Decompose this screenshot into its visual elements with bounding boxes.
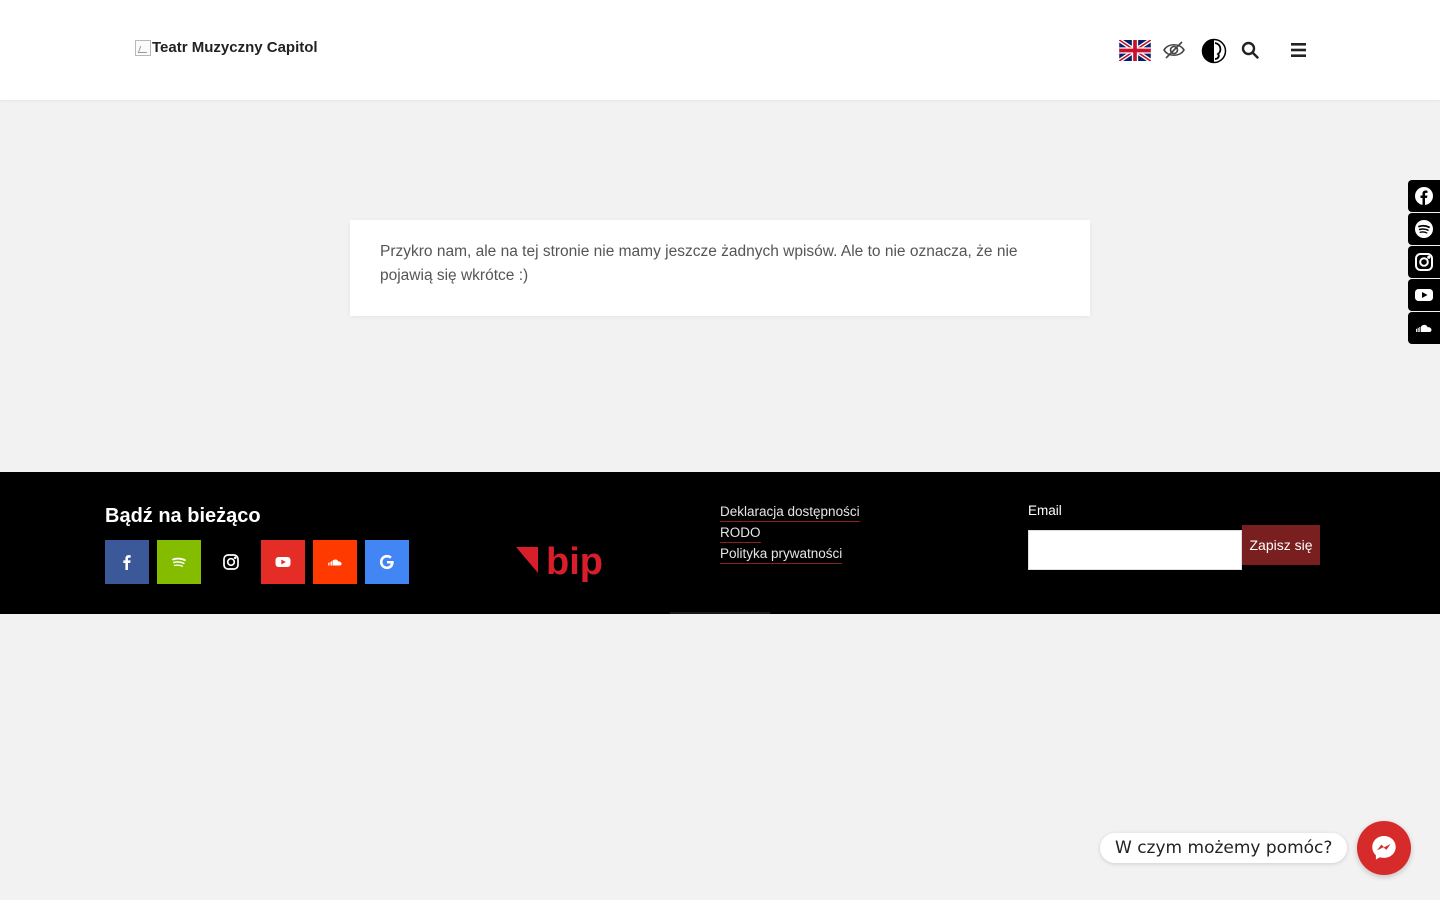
messenger-icon xyxy=(1372,836,1396,860)
newsletter-email-input[interactable] xyxy=(1028,530,1242,570)
footer-facebook-button[interactable] xyxy=(105,540,149,584)
facebook-icon xyxy=(1415,187,1433,205)
broken-image-icon xyxy=(135,39,151,56)
sidebar-youtube-button[interactable] xyxy=(1408,279,1440,311)
spotify-icon xyxy=(172,557,186,567)
chat-prompt-bubble[interactable]: W czym możemy pomóc? xyxy=(1100,833,1348,863)
youtube-icon xyxy=(275,557,291,567)
site-footer: Bądź na bieżąco bip Deklaracja dostępnoś… xyxy=(0,472,1440,614)
facebook-icon xyxy=(123,555,131,570)
sidebar-instagram-button[interactable] xyxy=(1408,246,1440,278)
sidebar-soundcloud-button[interactable] xyxy=(1408,312,1440,344)
search-icon[interactable] xyxy=(1241,41,1259,59)
spotify-icon xyxy=(1415,220,1433,238)
empty-posts-notice: Przykro nam, ale na tej stronie nie mamy… xyxy=(350,220,1090,316)
footer-instagram-button[interactable] xyxy=(209,540,253,584)
link-accessibility-declaration[interactable]: Deklaracja dostępności xyxy=(720,503,860,522)
instagram-icon xyxy=(1415,253,1433,271)
footer-soundcloud-button[interactable] xyxy=(313,540,357,584)
google-icon xyxy=(379,554,394,570)
footer-youtube-button[interactable] xyxy=(261,540,305,584)
soundcloud-icon xyxy=(1416,324,1432,332)
menu-icon[interactable] xyxy=(1291,43,1306,57)
notice-text: Przykro nam, ale na tej stronie nie mamy… xyxy=(380,243,1018,284)
bip-logo-text: bip xyxy=(546,541,603,583)
sidebar-facebook-button[interactable] xyxy=(1408,180,1440,212)
messenger-chat-button[interactable] xyxy=(1357,821,1411,875)
sidebar-spotify-button[interactable] xyxy=(1408,213,1440,245)
footer-social-row xyxy=(105,540,409,584)
footer-divider xyxy=(670,612,770,614)
subscribe-button[interactable]: Zapisz się xyxy=(1242,525,1320,565)
uk-flag-icon[interactable] xyxy=(1119,40,1151,61)
footer-title: Bądź na bieżąco xyxy=(105,505,261,527)
link-privacy-policy[interactable]: Polityka prywatności xyxy=(720,545,843,564)
footer-google-button[interactable] xyxy=(365,540,409,584)
instagram-icon xyxy=(223,554,239,570)
footer-spotify-button[interactable] xyxy=(157,540,201,584)
logo-alt-text: Teatr Muzyczny Capitol xyxy=(152,39,318,56)
soundcloud-icon xyxy=(328,559,342,566)
social-sidebar xyxy=(1408,180,1440,345)
link-rodo[interactable]: RODO xyxy=(720,524,761,543)
email-label: Email xyxy=(1028,503,1062,518)
site-header: Teatr Muzyczny Capitol xyxy=(0,0,1440,100)
youtube-icon xyxy=(1415,289,1433,301)
eye-slash-icon[interactable] xyxy=(1162,39,1186,61)
bip-logo[interactable]: bip xyxy=(514,537,620,587)
site-logo[interactable]: Teatr Muzyczny Capitol xyxy=(135,39,318,56)
footer-links: Deklaracja dostępności RODO Polityka pry… xyxy=(720,503,860,566)
contrast-icon[interactable] xyxy=(1201,38,1227,64)
